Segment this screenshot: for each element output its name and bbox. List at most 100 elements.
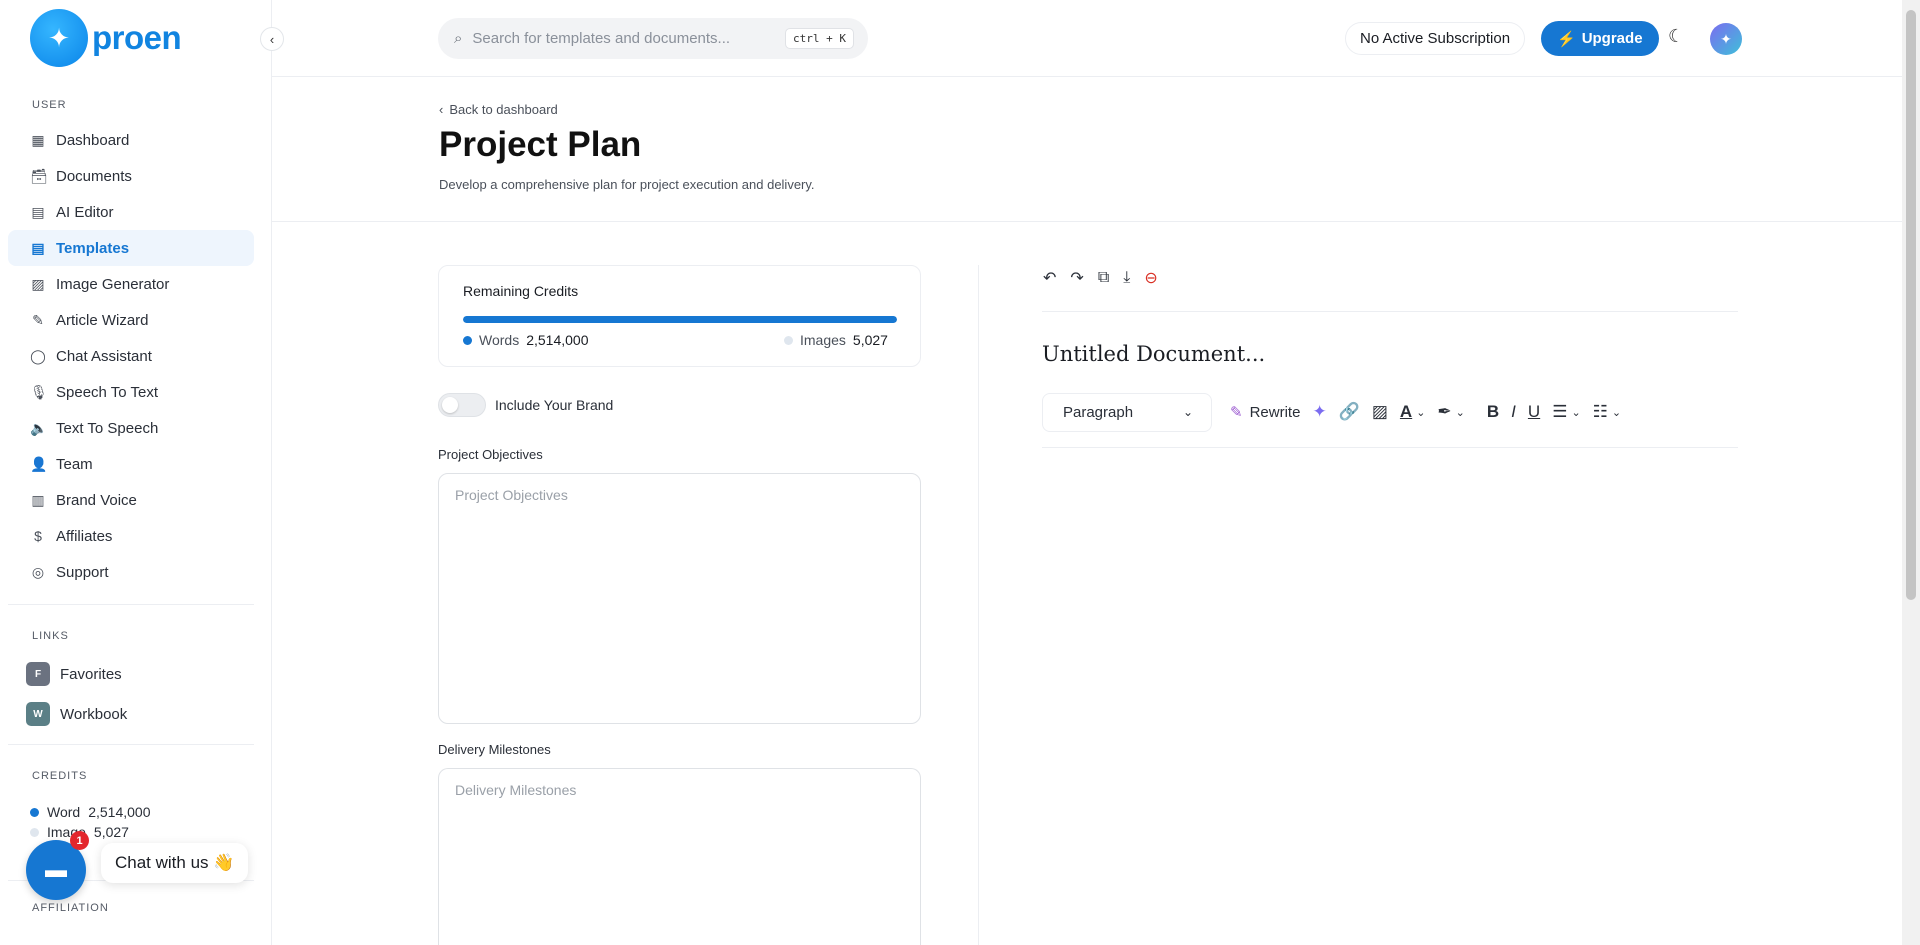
page-scrollbar[interactable] [1902,0,1920,945]
sidebar-item-dashboard[interactable]: ▦ Dashboard [8,122,254,158]
image-dot-icon [30,827,39,837]
link-badge: F [26,662,50,686]
top-header: ⌕ Search for templates and documents... … [272,0,1902,77]
sidebar-item-label: Brand Voice [56,491,137,509]
ai-sparkle-icon[interactable]: ✦ [1312,402,1326,422]
sidebar-item-label: AI Editor [56,203,114,221]
sidebar-nav: ▦ Dashboard 🗃 Documents ▤ AI Editor ▤ Te… [8,122,254,590]
sidebar-item-ai-editor[interactable]: ▤ AI Editor [8,194,254,230]
credits-progress-fill [463,316,897,323]
sidebar-item-image-generator[interactable]: ▨ Image Generator [8,266,254,302]
rewrite-label: Rewrite [1249,403,1301,421]
avatar[interactable]: ✦ [1710,23,1742,55]
document-title-input[interactable]: Untitled Document... [1042,342,1265,366]
delivery-milestones-field[interactable]: Delivery Milestones [438,768,921,945]
sidebar-item-label: Support [56,563,109,581]
sidebar-divider [8,604,254,605]
sidebar-item-speech-to-text[interactable]: 🎙 Speech To Text [8,374,254,410]
moon-icon[interactable]: ☾ [1668,26,1684,47]
chevron-down-icon: ⌄ [1416,406,1426,419]
keyboard-shortcut: ctrl + K [785,28,854,49]
layout-icon: ▥ [31,491,45,508]
words-dot-icon [463,335,472,345]
rewrite-button[interactable]: ✎ Rewrite [1230,403,1301,422]
sidebar-item-text-to-speech[interactable]: 🔈 Text To Speech [8,410,254,446]
sidebar-item-chat-assistant[interactable]: ◯ Chat Assistant [8,338,254,374]
section-label-affiliation: AFFILIATION [32,902,109,914]
sidebar-item-label: Templates [56,239,130,257]
block-type-value: Paragraph [1063,403,1134,421]
include-brand-label: Include Your Brand [495,397,614,413]
upgrade-button[interactable]: ⚡ Upgrade [1541,21,1659,56]
text-color-button[interactable]: A ⌄ [1400,402,1426,422]
sidebar-item-label: Speech To Text [56,383,159,401]
words-label: Words [479,332,520,348]
sidebar-item-team[interactable]: 👤 Team [8,446,254,482]
underline-icon[interactable]: U [1528,402,1540,422]
scrollbar-thumb[interactable] [1906,10,1916,600]
section-label-credits: CREDITS [32,770,88,782]
section-label-links: LINKS [32,630,69,642]
download-icon[interactable]: ⤓ [1123,269,1130,287]
block-type-select[interactable]: Paragraph ⌄ [1042,392,1212,432]
sidebar-item-documents[interactable]: 🗃 Documents [8,158,254,194]
chat-with-us-label[interactable]: Chat with us 👋 [101,843,249,883]
brand-logo[interactable]: ✦ proen [30,9,182,67]
remaining-credits-card: Remaining Credits Words 2,514,000 Images… [438,265,921,367]
volume-icon: 🔈 [30,419,48,436]
back-to-dashboard-link[interactable]: ‹ Back to dashboard [439,102,558,117]
clear-icon[interactable]: ⊖ [1144,268,1157,288]
images-credit: Images 5,027 [784,332,888,348]
words-credit: Words 2,514,000 [463,332,589,348]
credit-label: Word [47,804,81,820]
highlight-button[interactable]: ✒ ⌄ [1437,402,1464,422]
words-value: 2,514,000 [526,332,589,348]
editor-divider [1042,447,1738,448]
word-dot-icon [30,807,39,817]
subscription-status[interactable]: No Active Subscription [1345,22,1526,55]
link-workbook[interactable]: W Workbook [26,702,127,726]
search-input[interactable]: ⌕ Search for templates and documents... … [438,18,868,59]
bullet-list-button[interactable]: ☰ ⌄ [1552,402,1580,422]
text-color-icon: A [1399,402,1413,421]
lifebuoy-icon: ◎ [31,563,45,580]
user-plus-icon: 👤 [30,455,48,472]
link-favorites[interactable]: F Favorites [26,662,122,686]
chat-icon: ▬ [45,857,67,882]
credit-word: Word 2,514,000 [30,804,151,820]
redo-icon[interactable]: ↷ [1070,268,1083,288]
pencil-icon: ✎ [1230,404,1243,421]
message-circle-icon: ◯ [30,347,46,364]
include-brand-toggle[interactable] [438,393,486,417]
document-actions-toolbar: ↶ ↷ ⧉ ⤓ ⊖ [1043,268,1158,288]
sidebar-item-label: Affiliates [56,527,113,545]
search-icon: ⌕ [454,30,463,47]
page-header: ‹ Back to dashboard Project Plan Develop… [272,77,1902,222]
project-objectives-field[interactable]: Project Objectives [438,473,921,724]
sidebar-item-article-wizard[interactable]: ✎ Article Wizard [8,302,254,338]
include-brand-toggle-row: Include Your Brand [438,393,613,417]
bullet-list-icon: ☰ [1552,402,1568,421]
credit-value: 2,514,000 [88,804,151,820]
panel-divider [978,265,979,945]
italic-icon[interactable]: I [1511,402,1516,422]
bold-icon[interactable]: B [1487,402,1499,422]
sidebar-item-affiliates[interactable]: $ Affiliates [8,518,254,554]
images-value: 5,027 [852,332,888,348]
sidebar-item-templates[interactable]: ▤ Templates [8,230,254,266]
undo-icon[interactable]: ↶ [1043,268,1056,288]
formatting-toolbar: Paragraph ⌄ ✎ Rewrite ✦ 🔗 ▨ A ⌄ ✒ ⌄ B I U … [1042,392,1621,432]
credits-card-title: Remaining Credits [463,283,579,299]
file-edit-icon: ✎ [32,311,44,328]
chevron-left-icon: ‹ [439,102,444,117]
numbered-list-button[interactable]: ☷ ⌄ [1593,402,1621,422]
chevron-down-icon: ⌄ [1455,406,1465,419]
link-icon[interactable]: 🔗 [1339,402,1360,422]
grid-icon: ▦ [31,131,45,148]
credits-progress-bar [463,316,897,323]
images-label: Images [800,332,846,348]
sidebar-item-brand-voice[interactable]: ▥ Brand Voice [8,482,254,518]
copy-icon[interactable]: ⧉ [1098,269,1109,287]
sidebar-item-support[interactable]: ◎ Support [8,554,254,590]
image-insert-icon[interactable]: ▨ [1372,402,1388,422]
